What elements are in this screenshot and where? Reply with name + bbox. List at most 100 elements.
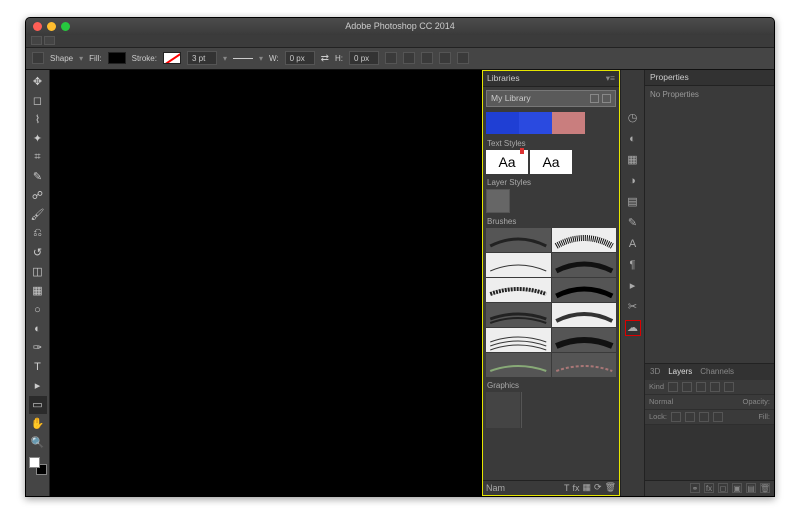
width-input[interactable]: 0 px xyxy=(285,51,315,65)
brush-item[interactable] xyxy=(552,278,617,302)
magic-wand-tool[interactable]: ✦ xyxy=(29,130,47,148)
tab-layers[interactable]: Layers xyxy=(668,367,692,376)
graphic-item[interactable] xyxy=(521,392,555,428)
lock-all-icon[interactable] xyxy=(713,412,723,422)
library-selector[interactable]: My Library xyxy=(486,90,616,107)
document-canvas[interactable] xyxy=(50,70,482,496)
menu-item[interactable] xyxy=(44,36,55,45)
brush-item[interactable] xyxy=(552,328,617,352)
color-swatch[interactable] xyxy=(552,112,585,134)
graphic-item[interactable] xyxy=(486,392,520,428)
stroke-width-input[interactable]: 3 pt xyxy=(187,51,217,65)
new-layer-icon[interactable]: ▤ xyxy=(746,483,756,493)
delete-layer-icon[interactable]: 🗑 xyxy=(760,483,770,493)
layer-mask-icon[interactable]: ◻ xyxy=(718,483,728,493)
pen-tool[interactable]: ✑ xyxy=(29,339,47,357)
zoom-tool[interactable]: 🔍 xyxy=(29,434,47,452)
paragraph-panel-icon[interactable]: ¶ xyxy=(625,257,641,273)
filter-type-icon[interactable] xyxy=(696,382,706,392)
lock-transparent-icon[interactable] xyxy=(671,412,681,422)
hand-tool[interactable]: ✋ xyxy=(29,415,47,433)
zoom-button[interactable] xyxy=(61,22,70,31)
marquee-tool[interactable]: ◻ xyxy=(29,92,47,110)
app-title: Adobe Photoshop CC 2014 xyxy=(26,21,774,31)
stroke-swatch[interactable] xyxy=(163,52,181,64)
add-graphic-icon[interactable]: ▦ xyxy=(583,482,592,493)
brush-tool[interactable]: 🖌 xyxy=(29,206,47,224)
history-panel-icon[interactable]: ◷ xyxy=(625,110,641,126)
type-tool[interactable]: T xyxy=(29,358,47,376)
dodge-tool[interactable]: ◐ xyxy=(29,320,47,338)
fill-swatch[interactable] xyxy=(108,52,126,64)
lasso-tool[interactable]: ⌇ xyxy=(29,111,47,129)
delete-icon[interactable]: 🗑 xyxy=(605,482,616,493)
actions-panel-icon[interactable]: ▸ xyxy=(625,278,641,294)
filter-smart-icon[interactable] xyxy=(724,382,734,392)
text-style-item[interactable]: Aa xyxy=(530,150,572,174)
path-operations-icon[interactable] xyxy=(385,52,397,64)
rectangle-tool[interactable]: ▭ xyxy=(29,396,47,414)
properties-tab[interactable]: Properties xyxy=(645,70,774,86)
adjustments-panel-icon[interactable]: ◑ xyxy=(625,173,641,189)
brush-item[interactable] xyxy=(552,228,617,252)
panel-menu-icon[interactable]: ▾≡ xyxy=(606,73,615,84)
brush-item[interactable] xyxy=(486,278,551,302)
move-tool[interactable]: ✥ xyxy=(29,73,47,91)
brush-item[interactable] xyxy=(486,353,551,377)
info-panel-icon[interactable]: ✂ xyxy=(625,299,641,315)
link-layers-icon[interactable]: ⚭ xyxy=(690,483,700,493)
grid-view-icon[interactable] xyxy=(602,94,611,103)
gradient-tool[interactable]: ▦ xyxy=(29,282,47,300)
character-panel-icon[interactable]: A xyxy=(625,236,641,252)
eyedropper-tool[interactable]: ✎ xyxy=(29,168,47,186)
menu-item[interactable] xyxy=(31,36,42,45)
tab-channels[interactable]: Channels xyxy=(700,367,734,376)
swatches-panel-icon[interactable]: ▦ xyxy=(625,152,641,168)
layers-list[interactable] xyxy=(645,425,774,480)
path-arrangement-icon[interactable] xyxy=(421,52,433,64)
color-panel-icon[interactable]: ◐ xyxy=(625,131,641,147)
new-group-icon[interactable]: ▣ xyxy=(732,483,742,493)
brush-item[interactable] xyxy=(552,303,617,327)
text-style-item[interactable]: Aa xyxy=(486,150,528,174)
brush-item[interactable] xyxy=(552,253,617,277)
add-layer-style-icon[interactable]: fx xyxy=(572,483,579,493)
minimize-button[interactable] xyxy=(47,22,56,31)
color-swatch[interactable] xyxy=(519,112,552,134)
lock-pixels-icon[interactable] xyxy=(685,412,695,422)
add-text-style-icon[interactable]: T xyxy=(564,483,570,493)
color-swatch[interactable] xyxy=(486,112,519,134)
path-selection-tool[interactable]: ▸ xyxy=(29,377,47,395)
align-edges-icon[interactable] xyxy=(457,52,469,64)
gear-icon[interactable] xyxy=(439,52,451,64)
brushes-panel-icon[interactable]: ✎ xyxy=(625,215,641,231)
blend-mode[interactable]: Normal xyxy=(649,397,673,406)
history-brush-tool[interactable]: ↺ xyxy=(29,244,47,262)
styles-panel-icon[interactable]: ▤ xyxy=(625,194,641,210)
filter-pixel-icon[interactable] xyxy=(668,382,678,392)
layer-style-icon[interactable]: fx xyxy=(704,483,714,493)
shape-tool-icon[interactable] xyxy=(32,52,44,64)
brush-item[interactable] xyxy=(486,303,551,327)
height-input[interactable]: 0 px xyxy=(349,51,379,65)
lock-position-icon[interactable] xyxy=(699,412,709,422)
healing-brush-tool[interactable]: ☍ xyxy=(29,187,47,205)
list-view-icon[interactable] xyxy=(590,94,599,103)
foreground-background-colors[interactable] xyxy=(29,457,47,475)
layer-style-item[interactable] xyxy=(486,189,510,213)
tab-3d[interactable]: 3D xyxy=(650,367,660,376)
path-alignment-icon[interactable] xyxy=(403,52,415,64)
clone-stamp-tool[interactable]: ⎌ xyxy=(29,225,47,243)
sync-icon[interactable]: ⟳ xyxy=(594,482,602,493)
filter-adjustment-icon[interactable] xyxy=(682,382,692,392)
blur-tool[interactable]: ○ xyxy=(29,301,47,319)
crop-tool[interactable]: ⌗ xyxy=(29,149,47,167)
brush-item[interactable] xyxy=(486,328,551,352)
close-button[interactable] xyxy=(33,22,42,31)
libraries-panel-icon[interactable]: ☁ xyxy=(625,320,641,336)
brush-item[interactable] xyxy=(552,353,617,377)
brush-item[interactable] xyxy=(486,253,551,277)
eraser-tool[interactable]: ◫ xyxy=(29,263,47,281)
brush-item[interactable] xyxy=(486,228,551,252)
filter-shape-icon[interactable] xyxy=(710,382,720,392)
